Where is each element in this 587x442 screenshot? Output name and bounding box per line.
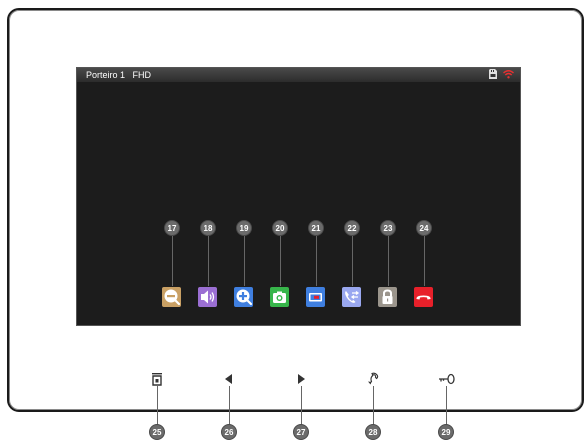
callout-19: 19 — [236, 220, 252, 236]
leader-line — [446, 386, 447, 426]
callout-17: 17 — [164, 220, 180, 236]
wifi-icon — [503, 69, 514, 79]
handset-icon — [368, 372, 379, 385]
camera-title: Porteiro 1 FHD — [86, 70, 152, 80]
call-transfer-icon — [345, 290, 360, 303]
leader-line — [424, 236, 425, 286]
callout-29: 29 — [438, 424, 454, 440]
zoom-out-button[interactable] — [162, 287, 181, 307]
right-arrow-icon — [298, 374, 305, 384]
home-button[interactable] — [150, 372, 164, 386]
leader-line — [208, 236, 209, 286]
leader-line — [388, 236, 389, 286]
unlock-key-button[interactable] — [438, 372, 455, 386]
left-arrow-icon — [225, 374, 232, 384]
leader-line — [352, 236, 353, 286]
home-icon — [152, 373, 162, 386]
display-screen: Porteiro 1 FHD — [76, 67, 521, 326]
callout-24: 24 — [416, 220, 432, 236]
talk-button[interactable] — [366, 372, 380, 386]
key-icon — [439, 373, 455, 385]
leader-line — [316, 236, 317, 286]
right-button[interactable] — [294, 372, 308, 386]
status-bar: Porteiro 1 FHD — [77, 68, 520, 82]
leader-line — [301, 386, 302, 426]
callout-25: 25 — [149, 424, 165, 440]
callout-26: 26 — [221, 424, 237, 440]
lock-icon — [382, 289, 393, 304]
callout-27: 27 — [293, 424, 309, 440]
hang-up-icon — [416, 295, 431, 300]
callout-23: 23 — [380, 220, 396, 236]
record-button[interactable] — [306, 287, 325, 307]
leader-line — [280, 236, 281, 286]
left-button[interactable] — [222, 372, 236, 386]
volume-button[interactable] — [198, 287, 217, 307]
zoom-in-button[interactable] — [234, 287, 253, 307]
sd-card-icon — [489, 69, 497, 79]
callout-20: 20 — [272, 220, 288, 236]
snapshot-button[interactable] — [270, 287, 289, 307]
camera-icon — [273, 291, 286, 303]
unlock-button[interactable] — [378, 287, 397, 307]
leader-line — [244, 236, 245, 286]
hang-up-button[interactable] — [414, 287, 433, 307]
callout-28: 28 — [365, 424, 381, 440]
record-icon — [309, 293, 322, 302]
speaker-icon — [201, 290, 215, 304]
zoom-in-icon — [236, 289, 253, 306]
leader-line — [157, 386, 158, 426]
callout-21: 21 — [308, 220, 324, 236]
leader-line — [373, 386, 374, 426]
callout-22: 22 — [344, 220, 360, 236]
zoom-out-icon — [164, 289, 181, 306]
leader-line — [172, 236, 173, 286]
transfer-call-button[interactable] — [342, 287, 361, 307]
callout-18: 18 — [200, 220, 216, 236]
leader-line — [229, 386, 230, 426]
